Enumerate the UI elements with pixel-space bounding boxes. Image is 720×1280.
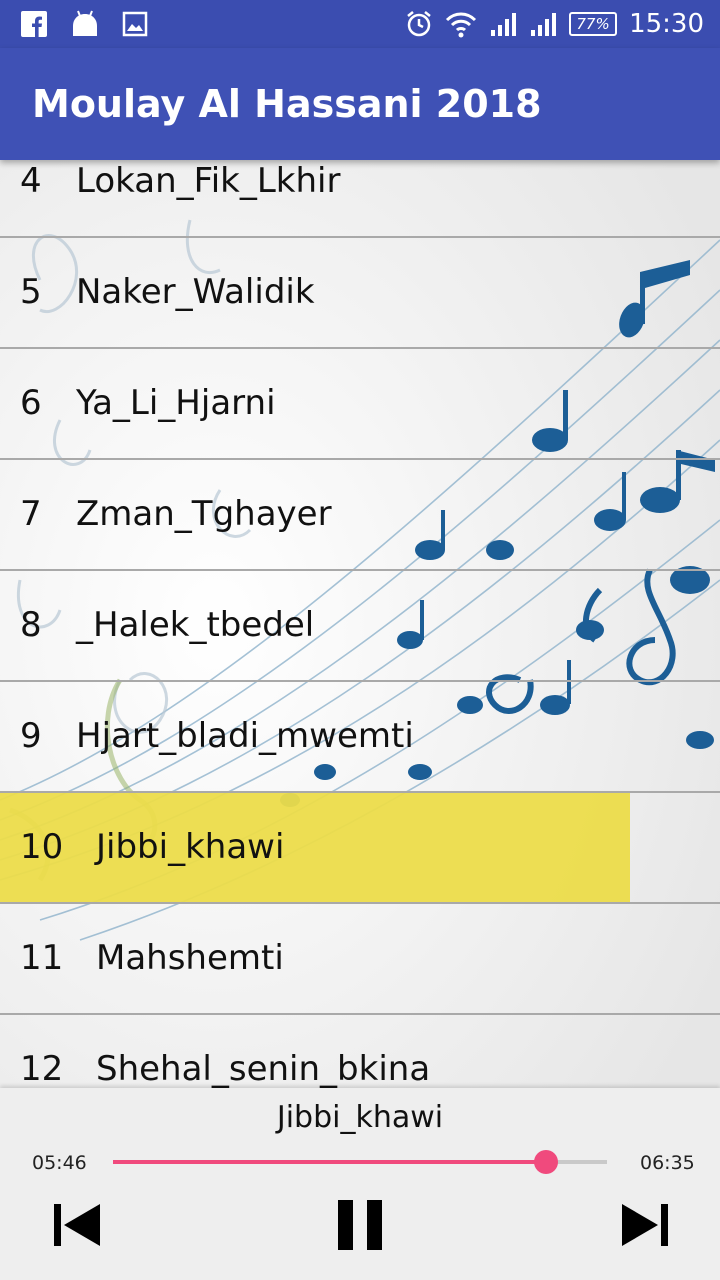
active-track-highlight	[0, 793, 630, 902]
track-number: 8	[20, 605, 42, 645]
track-row[interactable]: 9 Hjart_bladi_mwemti	[0, 682, 720, 793]
image-icon	[122, 11, 148, 37]
track-number: 10	[20, 827, 64, 867]
track-number: 11	[20, 938, 64, 978]
track-row[interactable]: 8 _Halek_tbedel	[0, 571, 720, 682]
android-icon	[73, 10, 97, 36]
track-row[interactable]: 7 Zman_Tghayer	[0, 460, 720, 571]
track-name: _Halek_tbedel	[76, 605, 315, 645]
alarm-icon	[407, 11, 431, 37]
track-name: Shehal_senin_bkina	[96, 1049, 431, 1088]
track-number: 9	[20, 716, 42, 756]
now-playing-title: Jibbi_khawi	[276, 1100, 444, 1135]
seek-thumb[interactable]	[533, 1150, 558, 1174]
signal-icon	[531, 13, 557, 36]
player-bar: Jibbi_khawi 05:46 06:35	[0, 1088, 720, 1280]
signal-icon	[491, 13, 517, 36]
page-title: Moulay Al Hassani 2018	[32, 82, 542, 126]
total-time: 06:35	[640, 1152, 695, 1174]
track-number: 7	[20, 494, 42, 534]
track-row[interactable]: 12 Shehal_senin_bkina	[0, 1015, 720, 1088]
track-name: Jibbi_khawi	[96, 827, 285, 867]
battery-indicator: 77%	[569, 12, 618, 36]
track-number: 5	[20, 272, 42, 312]
app-bar: Moulay Al Hassani 2018	[0, 48, 720, 160]
track-list[interactable]: 4 Lokan_Fik_Lkhir 5 Naker_Walidik 6 Ya_Li_Hja…	[0, 160, 720, 1088]
track-name: Naker_Walidik	[76, 272, 315, 312]
track-name: Mahshemti	[96, 938, 284, 978]
track-name: Hjart_bladi_mwemti	[76, 716, 414, 756]
track-name: Ya_Li_Hjarni	[76, 383, 276, 423]
track-name: Lokan_Fik_Lkhir	[76, 161, 341, 201]
status-bar: 77% 15:30	[0, 0, 720, 48]
track-number: 12	[20, 1049, 64, 1088]
pause-icon[interactable]	[335, 1198, 385, 1252]
track-number: 6	[20, 383, 42, 423]
clock: 15:30	[629, 9, 704, 39]
track-row[interactable]: 11 Mahshemti	[0, 904, 720, 1015]
track-number: 4	[20, 161, 42, 201]
elapsed-time: 05:46	[32, 1152, 87, 1174]
seek-progress	[113, 1160, 546, 1164]
skip-next-icon[interactable]	[620, 1202, 670, 1248]
track-row[interactable]: 5 Naker_Walidik	[0, 238, 720, 349]
seek-bar[interactable]	[113, 1150, 607, 1174]
wifi-icon	[446, 12, 477, 38]
track-name: Zman_Tghayer	[76, 494, 332, 534]
track-row[interactable]: 10 Jibbi_khawi	[0, 793, 720, 904]
track-row[interactable]: 6 Ya_Li_Hjarni	[0, 349, 720, 460]
facebook-icon	[21, 11, 47, 37]
skip-previous-icon[interactable]	[52, 1202, 102, 1248]
track-row[interactable]: 4 Lokan_Fik_Lkhir	[0, 160, 720, 238]
